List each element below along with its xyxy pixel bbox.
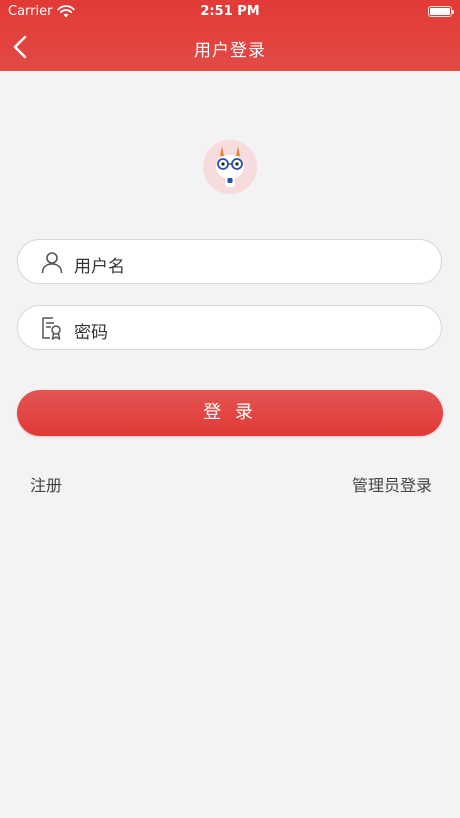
status-time: 2:51 PM bbox=[200, 4, 260, 19]
admin-login-link[interactable]: 管理员登录 bbox=[352, 472, 432, 496]
nav-bar: 用户登录 bbox=[0, 24, 460, 71]
status-bar: Carrier 2:51 PM bbox=[0, 0, 460, 24]
username-field[interactable]: 用户名 bbox=[17, 239, 442, 284]
password-field[interactable]: 密码 bbox=[17, 305, 442, 350]
username-placeholder: 用户名 bbox=[74, 257, 125, 277]
page-title: 用户登录 bbox=[194, 41, 266, 61]
rabbit-mascot-icon bbox=[203, 140, 257, 194]
register-link[interactable]: 注册 bbox=[30, 472, 62, 496]
avatar bbox=[203, 140, 257, 194]
header: Carrier 2:51 PM 用户登录 bbox=[0, 0, 460, 71]
user-icon bbox=[41, 252, 63, 274]
battery-icon bbox=[428, 6, 454, 17]
certificate-icon bbox=[42, 317, 61, 340]
login-button[interactable]: 登 录 bbox=[17, 390, 443, 436]
password-placeholder: 密码 bbox=[74, 323, 108, 343]
